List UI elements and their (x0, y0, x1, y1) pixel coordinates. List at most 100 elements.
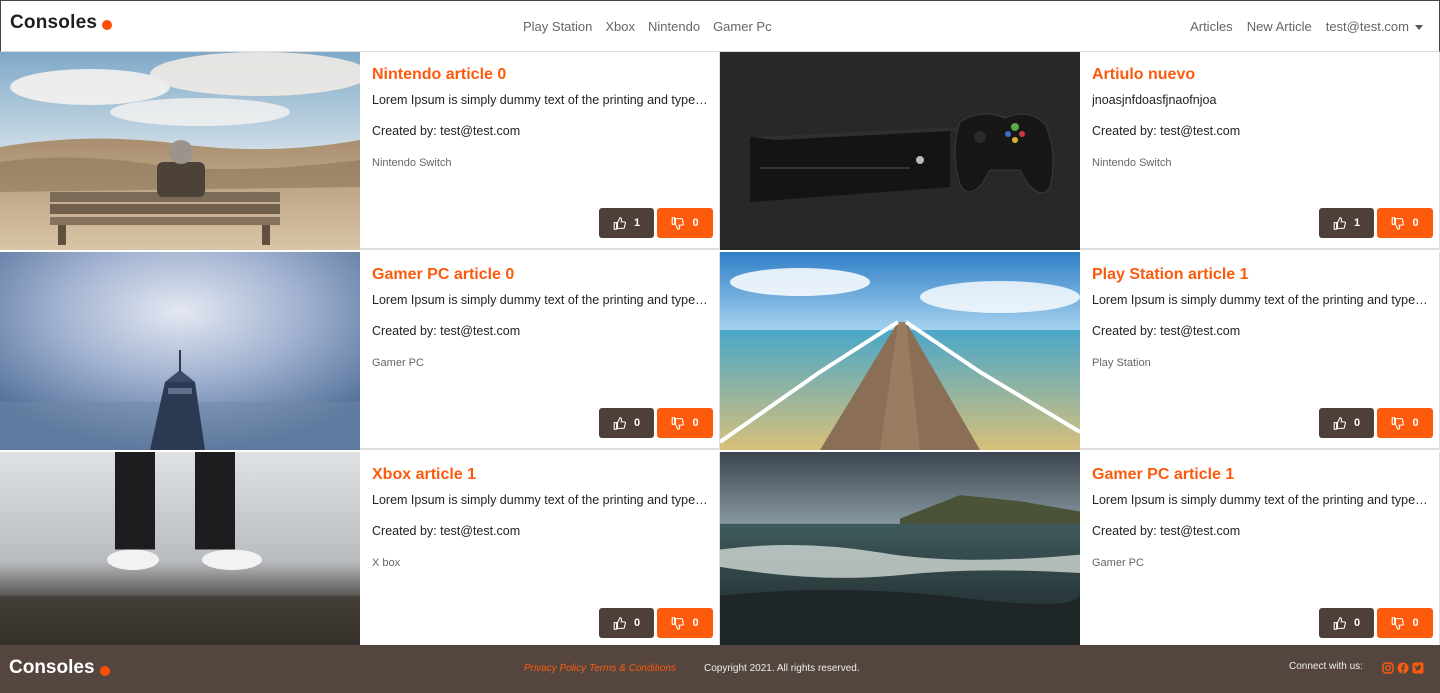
nav-link-articles[interactable]: Articles (1190, 19, 1233, 34)
brand-logo[interactable]: Consoles (10, 12, 113, 34)
facebook-icon[interactable] (1397, 662, 1409, 674)
article-title[interactable]: Gamer PC article 1 (1092, 466, 1234, 484)
brand-dot-icon (102, 20, 113, 30)
article-author: Created by: test@test.com (372, 124, 521, 138)
pier-photo (720, 252, 1080, 450)
article-card[interactable]: Artiulo nuevo jnoasjnfdoasfjnaofnjoa Cre… (720, 52, 1440, 250)
thumbs-down-icon (1392, 616, 1405, 630)
thumbs-up-icon (1333, 616, 1346, 630)
article-category: Nintendo Switch (1092, 157, 1172, 169)
sneakers-photo (0, 452, 360, 645)
nav-link-nintendo[interactable]: Nintendo (648, 19, 700, 34)
article-author: Created by: test@test.com (372, 324, 521, 338)
thumbs-down-icon (672, 416, 685, 430)
like-count: 0 (633, 417, 641, 429)
article-card[interactable]: Play Station article 1 Lorem Ipsum is si… (720, 252, 1440, 450)
footer-policy-links[interactable]: Privacy Policy Terms & Conditions (524, 663, 676, 674)
article-excerpt: jnoasjnfdoasfjnaofnjoa (1092, 93, 1217, 107)
dislike-count: 0 (692, 417, 699, 429)
article-excerpt: Lorem Ipsum is simply dummy text of the … (1092, 293, 1428, 307)
dislike-button[interactable]: 0 (657, 608, 713, 638)
dislike-button[interactable]: 0 (1377, 408, 1433, 438)
article-title[interactable]: Play Station article 1 (1092, 266, 1249, 284)
like-count: 0 (1353, 617, 1361, 629)
article-title[interactable]: Xbox article 1 (372, 466, 476, 484)
navbar: Consoles Play Station Xbox Nintendo Game… (0, 0, 1440, 52)
thumbs-up-icon (1333, 416, 1346, 430)
article-body: Gamer PC article 1 Lorem Ipsum is simply… (1092, 452, 1433, 650)
user-nav: Articles New Article test@test.com (1190, 19, 1423, 34)
article-body: Artiulo nuevo jnoasjnfdoasfjnaofnjoa Cre… (1092, 52, 1433, 250)
article-author: Created by: test@test.com (1092, 124, 1241, 138)
thumbs-down-icon (1392, 216, 1405, 230)
article-card[interactable]: Nintendo article 0 Lorem Ipsum is simply… (0, 52, 720, 250)
thumbs-down-icon (672, 616, 685, 630)
thumbs-down-icon (672, 216, 685, 230)
nav-link-gamer-pc[interactable]: Gamer Pc (713, 19, 772, 34)
article-excerpt: Lorem Ipsum is simply dummy text of the … (1092, 493, 1428, 507)
dislike-count: 0 (692, 617, 699, 629)
like-count: 1 (633, 217, 641, 229)
user-dropdown[interactable]: test@test.com (1326, 19, 1423, 34)
article-category: Play Station (1092, 357, 1151, 369)
article-body: Nintendo article 0 Lorem Ipsum is simply… (372, 52, 713, 250)
twitter-icon[interactable] (1412, 662, 1424, 674)
nav-link-xbox[interactable]: Xbox (605, 19, 635, 34)
dislike-button[interactable]: 0 (657, 208, 713, 238)
article-category: Nintendo Switch (372, 157, 452, 169)
instagram-icon[interactable] (1382, 662, 1394, 674)
dislike-button[interactable]: 0 (1377, 608, 1433, 638)
article-card[interactable]: Xbox article 1 Lorem Ipsum is simply dum… (0, 452, 720, 645)
like-count: 0 (1353, 417, 1361, 429)
like-button[interactable]: 0 (599, 408, 654, 438)
article-author: Created by: test@test.com (1092, 324, 1241, 338)
bench-photo (0, 52, 360, 250)
dislike-button[interactable]: 0 (1377, 208, 1433, 238)
user-email[interactable]: test@test.com (1326, 19, 1409, 34)
brand-dot-icon (99, 665, 110, 676)
like-count: 1 (1353, 217, 1361, 229)
nav-link-play-station[interactable]: Play Station (523, 19, 592, 34)
thumbs-down-icon (1392, 416, 1405, 430)
like-button[interactable]: 0 (1319, 608, 1374, 638)
like-button[interactable]: 0 (1319, 408, 1374, 438)
article-body: Xbox article 1 Lorem Ipsum is simply dum… (372, 452, 713, 650)
footer-connect-label: Connect with us: (1289, 661, 1363, 672)
like-button[interactable]: 1 (599, 208, 654, 238)
brand-name[interactable]: Consoles (10, 12, 97, 34)
footer-brand-name[interactable]: Consoles (9, 657, 95, 679)
article-card[interactable]: Gamer PC article 0 Lorem Ipsum is simply… (0, 252, 720, 450)
like-button[interactable]: 0 (599, 608, 654, 638)
articles-grid: Nintendo article 0 Lorem Ipsum is simply… (0, 52, 1440, 645)
category-nav: Play Station Xbox Nintendo Gamer Pc (523, 19, 772, 34)
thumbs-up-icon (613, 616, 626, 630)
dislike-button[interactable]: 0 (657, 408, 713, 438)
footer-copyright: Copyright 2021. All rights reserved. (704, 663, 860, 674)
dislike-count: 0 (1412, 217, 1419, 229)
article-body: Play Station article 1 Lorem Ipsum is si… (1092, 252, 1433, 450)
dislike-count: 0 (692, 217, 699, 229)
article-title[interactable]: Artiulo nuevo (1092, 66, 1195, 84)
social-links (1382, 662, 1424, 674)
nav-link-new-article[interactable]: New Article (1247, 19, 1312, 34)
thumbs-up-icon (613, 216, 626, 230)
like-count: 0 (633, 617, 641, 629)
beach-photo (720, 452, 1080, 645)
article-excerpt: Lorem Ipsum is simply dummy text of the … (372, 493, 708, 507)
tower-photo (0, 252, 360, 450)
article-category: X box (372, 557, 401, 569)
article-category: Gamer PC (1092, 557, 1144, 569)
article-author: Created by: test@test.com (372, 524, 521, 538)
article-card[interactable]: Gamer PC article 1 Lorem Ipsum is simply… (720, 452, 1440, 645)
footer: Consoles Privacy Policy Terms & Conditio… (0, 645, 1440, 693)
chevron-down-icon[interactable] (1415, 25, 1423, 31)
thumbs-up-icon (1333, 216, 1346, 230)
dislike-count: 0 (1412, 617, 1419, 629)
article-author: Created by: test@test.com (1092, 524, 1241, 538)
footer-brand[interactable]: Consoles (9, 657, 110, 679)
article-body: Gamer PC article 0 Lorem Ipsum is simply… (372, 252, 713, 450)
article-title[interactable]: Nintendo article 0 (372, 66, 506, 84)
article-title[interactable]: Gamer PC article 0 (372, 266, 514, 284)
xbox-console-photo (720, 52, 1080, 250)
like-button[interactable]: 1 (1319, 208, 1374, 238)
